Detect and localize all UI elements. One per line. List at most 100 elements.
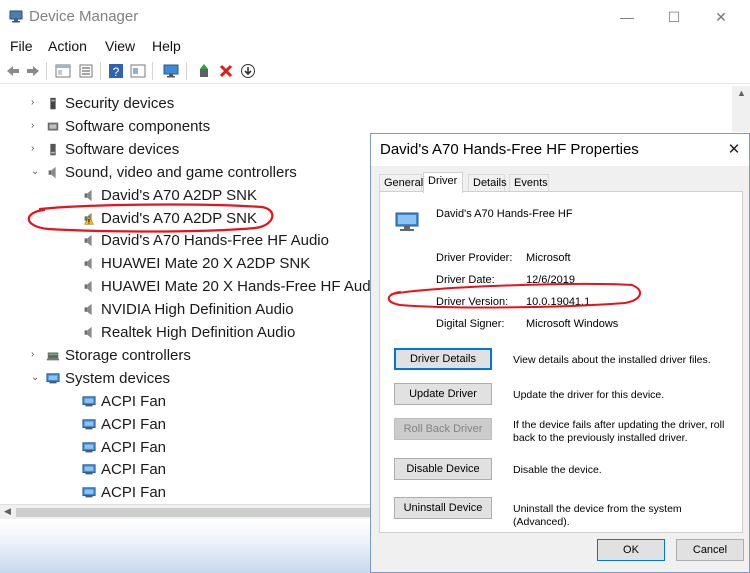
back-arrow-icon[interactable] — [5, 63, 21, 79]
tree-row-label: NVIDIA High Definition Audio — [101, 301, 294, 319]
help-icon[interactable]: ? — [108, 63, 124, 79]
digital-signer-label: Digital Signer: — [436, 318, 505, 330]
tab-driver[interactable]: Driver — [423, 172, 463, 193]
tree-row-label: Sound, video and game controllers — [65, 163, 297, 181]
title-bar: Device Manager — ☐ ✕ — [0, 0, 750, 34]
uninstall-device-button[interactable]: Uninstall Device — [394, 497, 492, 519]
expand-chevron-icon[interactable]: › — [31, 97, 41, 108]
software-device-icon — [50, 143, 56, 156]
dialog-close-button[interactable]: ✕ — [719, 138, 749, 162]
speaker-icon — [84, 303, 92, 316]
scrollbar-thumb[interactable] — [16, 508, 370, 517]
svg-text:?: ? — [113, 65, 120, 79]
tree-row-label: ACPI Fan — [101, 461, 167, 479]
dialog-title-bar: David's A70 Hands-Free HF Properties ✕ — [371, 134, 749, 166]
speaker-icon — [84, 281, 92, 293]
tree-row-label: David's A70 Hands-Free HF Audio — [101, 232, 329, 250]
show-hide-icon[interactable] — [78, 63, 94, 79]
cancel-button[interactable]: Cancel — [676, 539, 744, 561]
collapse-chevron-icon[interactable]: ⌄ — [31, 372, 41, 383]
uninstall-x-icon[interactable] — [218, 63, 234, 79]
driver-version-label: Driver Version: — [436, 296, 509, 308]
driver-provider-label: Driver Provider: — [436, 252, 513, 264]
tab-general[interactable]: General — [379, 174, 423, 192]
properties-view-icon[interactable] — [55, 63, 71, 79]
speaker-icon — [84, 326, 92, 339]
driver-date-value: 12/6/2019 — [526, 274, 575, 286]
driver-version-value: 10.0.19041.1 — [526, 296, 591, 308]
system-device-icon — [46, 373, 60, 384]
properties-dialog: David's A70 Hands-Free HF Properties ✕ G… — [370, 133, 750, 573]
device-manager-icon — [9, 10, 23, 23]
menu-view[interactable]: View — [105, 38, 135, 54]
speaker-icon — [84, 235, 92, 247]
disable-device-description: Disable the device. — [513, 464, 602, 476]
driver-date-label: Driver Date: — [436, 274, 495, 286]
tree-row[interactable]: › Security devices — [5, 93, 745, 116]
tree-row-label: David's A70 A2DP SNK — [101, 209, 258, 227]
tree-row-label: Storage controllers — [65, 346, 191, 364]
tree-row-label: Realtek High Definition Audio — [101, 324, 296, 341]
tree-row-label: HUAWEI Mate 20 X A2DP SNK — [101, 255, 311, 273]
system-device-icon — [82, 418, 96, 429]
driver-details-description: View details about the installed driver … — [513, 354, 711, 366]
expand-chevron-icon[interactable]: › — [31, 143, 41, 154]
tree-row-label: David's A70 A2DP SNK — [101, 186, 258, 204]
dialog-title: David's A70 Hands-Free HF Properties — [380, 141, 639, 158]
speaker-icon — [84, 258, 92, 270]
expand-chevron-icon[interactable]: › — [31, 120, 41, 131]
tree-row-label: System devices — [65, 369, 171, 387]
tree-row-label: ACPI Fan — [101, 484, 167, 502]
tree-row-label: Software components — [65, 117, 211, 135]
properties-sheet-icon[interactable] — [130, 63, 146, 79]
minimize-button[interactable]: — — [604, 0, 650, 34]
roll-back-driver-description: If the device fails after updating the d… — [513, 419, 725, 444]
maximize-button[interactable]: ☐ — [651, 0, 697, 34]
system-device-icon — [82, 441, 96, 452]
storage-controller-icon — [46, 352, 60, 361]
desktop-background — [0, 520, 370, 573]
menu-action[interactable]: Action — [48, 38, 87, 54]
speaker-icon — [84, 189, 92, 201]
menu-bar: File Action View Help — [0, 34, 750, 58]
menu-help[interactable]: Help — [152, 38, 181, 54]
ok-button[interactable]: OK — [597, 539, 665, 561]
bluetooth-device-icon — [395, 212, 419, 231]
speaker-warning-icon — [84, 212, 94, 225]
system-device-icon — [82, 487, 96, 498]
tree-row-label: ACPI Fan — [101, 415, 167, 433]
vertical-scrollbar[interactable]: ▲ — [732, 86, 750, 132]
digital-signer-value: Microsoft Windows — [526, 318, 619, 330]
tree-row-label: ACPI Fan — [101, 438, 167, 456]
window-title: Device Manager — [29, 8, 139, 25]
software-component-icon — [47, 122, 59, 131]
security-device-icon — [50, 97, 56, 110]
update-driver-description: Update the driver for this device. — [513, 389, 665, 401]
menu-file[interactable]: File — [10, 38, 33, 54]
update-driver-button[interactable]: Update Driver — [394, 383, 492, 405]
horizontal-scrollbar[interactable]: ◀ — [0, 504, 370, 519]
collapse-chevron-icon[interactable]: ⌄ — [31, 166, 41, 177]
tab-details[interactable]: Details — [468, 174, 507, 192]
system-device-icon — [82, 396, 96, 407]
tab-events[interactable]: Events — [509, 174, 549, 192]
device-name: David's A70 Hands-Free HF — [436, 208, 573, 220]
forward-arrow-icon[interactable] — [25, 63, 41, 79]
toolbar: ? — [0, 58, 750, 84]
scan-hardware-icon[interactable] — [163, 63, 179, 79]
tree-row-label: ACPI Fan — [101, 392, 167, 410]
system-device-icon — [82, 464, 96, 475]
speaker-icon — [48, 166, 56, 178]
driver-tab-panel: David's A70 Hands-Free HF Driver Provide… — [379, 191, 743, 533]
tree-row-label: HUAWEI Mate 20 X Hands-Free HF Audio — [101, 278, 383, 296]
expand-chevron-icon[interactable]: › — [31, 349, 41, 360]
roll-back-driver-button[interactable]: Roll Back Driver — [394, 418, 492, 440]
disable-device-button[interactable]: Disable Device — [394, 458, 492, 480]
driver-provider-value: Microsoft — [526, 252, 571, 264]
download-circle-icon[interactable] — [240, 63, 256, 79]
tree-row-label: Software devices — [65, 140, 180, 158]
driver-details-button[interactable]: Driver Details — [394, 348, 492, 370]
update-driver-icon[interactable] — [196, 63, 212, 79]
close-button[interactable]: ✕ — [698, 0, 744, 34]
uninstall-device-description: Uninstall the device from the system (Ad… — [513, 503, 682, 528]
